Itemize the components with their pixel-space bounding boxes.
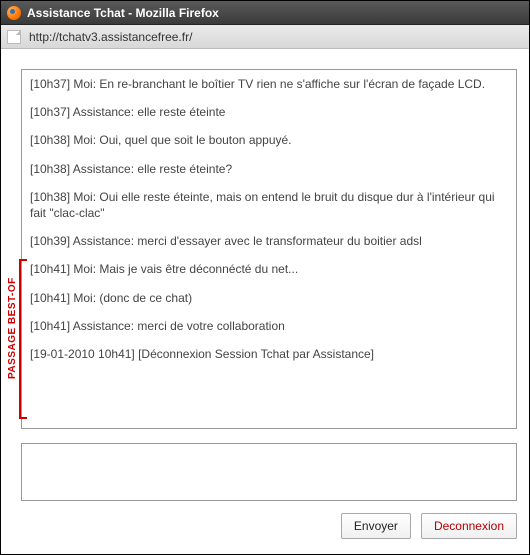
chat-message: [10h39] Assistance: merci d'essayer avec… (30, 233, 508, 249)
highlight-bracket (19, 259, 27, 419)
firefox-icon (7, 6, 21, 20)
address-bar (1, 25, 529, 49)
send-button[interactable]: Envoyer (341, 513, 411, 539)
chat-message: [10h41] Moi: Mais je vais être déconnéct… (30, 261, 508, 277)
page-icon (7, 30, 21, 44)
chat-input-container (21, 443, 517, 501)
chat-message: [10h38] Assistance: elle reste éteinte? (30, 161, 508, 177)
chat-message: [10h37] Moi: En re-branchant le boîtier … (30, 76, 508, 92)
system-message: [19-01-2010 10h41] [Déconnexion Session … (30, 346, 508, 362)
page-content: PASSAGE BEST-OF [10h37] Moi: En re-branc… (1, 49, 529, 554)
chat-message: [10h41] Assistance: merci de votre colla… (30, 318, 508, 334)
window-title: Assistance Tchat - Mozilla Firefox (27, 6, 219, 20)
chat-message: [10h41] Moi: (donc de ce chat) (30, 290, 508, 306)
chat-message: [10h37] Assistance: elle reste éteinte (30, 104, 508, 120)
chat-message: [10h38] Moi: Oui, quel que soit le bouto… (30, 132, 508, 148)
chat-message: [10h38] Moi: Oui elle reste éteinte, mai… (30, 189, 508, 221)
disconnect-button[interactable]: Deconnexion (421, 513, 517, 539)
button-row: Envoyer Deconnexion (21, 513, 517, 539)
passage-best-of-label: PASSAGE BEST-OF (7, 277, 18, 379)
chat-input[interactable] (22, 444, 516, 500)
chat-log[interactable]: [10h37] Moi: En re-branchant le boîtier … (21, 69, 517, 429)
title-bar[interactable]: Assistance Tchat - Mozilla Firefox (1, 1, 529, 25)
browser-window: Assistance Tchat - Mozilla Firefox PASSA… (0, 0, 530, 555)
url-input[interactable] (27, 29, 523, 45)
